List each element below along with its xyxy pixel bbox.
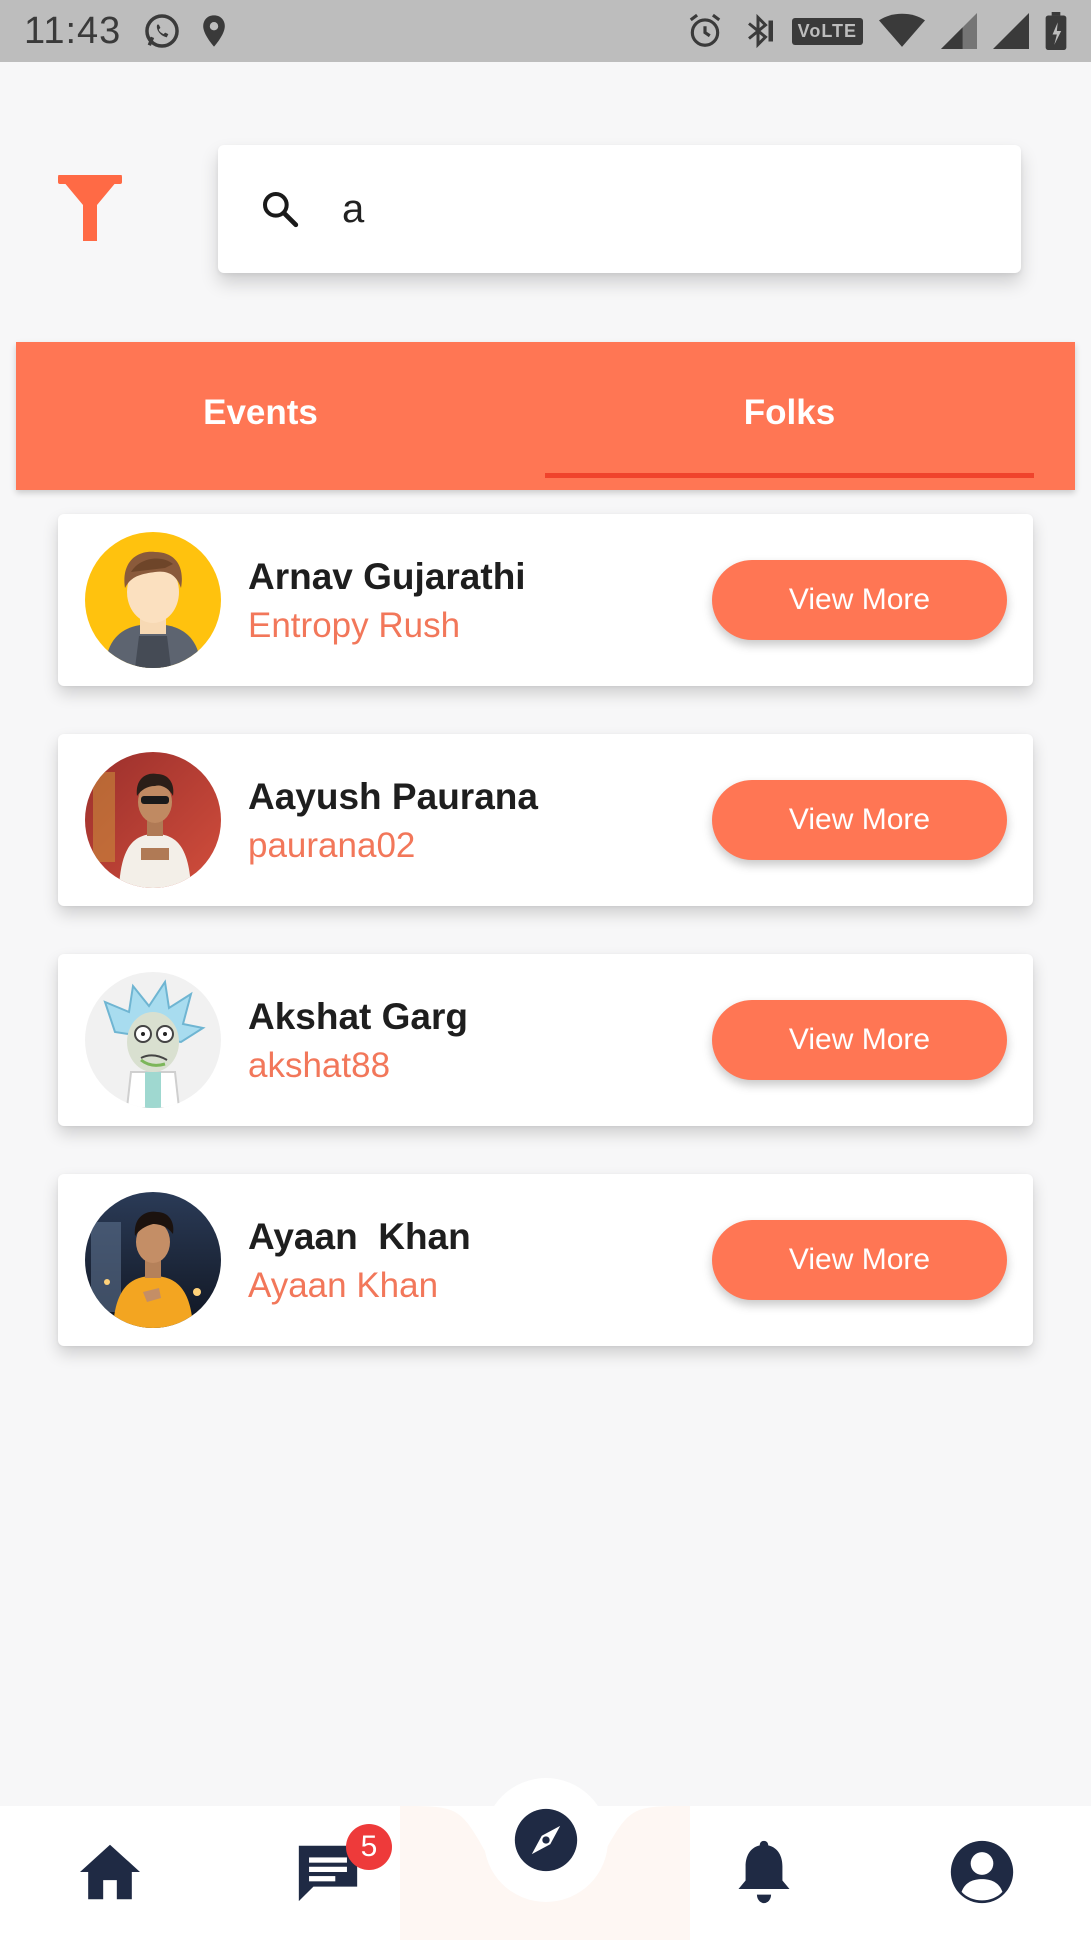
signal-icon [993, 13, 1029, 49]
nav-notifications[interactable] [724, 1832, 804, 1912]
bluetooth-icon [740, 12, 776, 50]
wifi-icon [879, 13, 925, 49]
folk-subtitle: paurana02 [248, 826, 416, 865]
folk-card: Ayaan Khan Ayaan Khan View More [58, 1174, 1033, 1346]
view-more-button[interactable]: View More [712, 1220, 1007, 1300]
search-input[interactable] [342, 175, 982, 243]
filter-icon [58, 175, 122, 241]
view-more-button[interactable]: View More [712, 1000, 1007, 1080]
avatar [85, 752, 221, 888]
alarm-icon [686, 12, 724, 50]
nav-explore[interactable] [484, 1778, 608, 1902]
view-more-button[interactable]: View More [712, 780, 1007, 860]
tab-folks[interactable]: Folks [545, 342, 1034, 490]
tab-events[interactable]: Events [16, 342, 505, 490]
folk-card: Aayush Paurana paurana02 View More [58, 734, 1033, 906]
filter-button[interactable] [56, 172, 124, 244]
folk-name: Akshat Garg [248, 996, 469, 1037]
home-icon [80, 1844, 140, 1900]
folk-name: Aayush Paurana [248, 776, 538, 817]
battery-icon [1045, 12, 1067, 50]
tab-indicator [545, 473, 1034, 478]
view-more-button[interactable]: View More [712, 560, 1007, 640]
folk-name: Arnav Gujarathi [248, 556, 526, 597]
avatar [85, 972, 221, 1108]
notifications-icon [738, 1840, 790, 1904]
avatar [85, 1192, 221, 1328]
app-screen: 11:43 VoLTE a Events Folks Arnav Gujarat… [0, 0, 1091, 1940]
folk-name: Ayaan Khan [248, 1216, 471, 1257]
volte-icon: VoLTE [791, 17, 863, 45]
nav-home[interactable] [70, 1832, 150, 1912]
folk-subtitle: Ayaan Khan [248, 1266, 439, 1305]
whatsapp-icon [143, 12, 181, 50]
search-box[interactable] [218, 145, 1021, 273]
status-time: 11:43 [24, 9, 122, 52]
folk-subtitle: Entropy Rush [248, 606, 461, 645]
chat-badge: 5 [346, 1824, 392, 1870]
avatar [85, 532, 221, 668]
explore-icon [514, 1808, 578, 1872]
folk-subtitle: akshat88 [248, 1046, 391, 1085]
folks-list: Arnav Gujarathi Entropy Rush View More A… [58, 514, 1033, 1394]
signal-icon [941, 13, 977, 49]
search-icon [263, 192, 299, 228]
nav-profile[interactable] [942, 1832, 1022, 1912]
folk-card: Akshat Garg akshat88 View More [58, 954, 1033, 1126]
tab-bar: Events Folks [16, 342, 1075, 490]
location-icon [199, 13, 229, 49]
profile-icon [950, 1840, 1014, 1904]
status-bar: 11:43 VoLTE [0, 0, 1091, 62]
folk-card: Arnav Gujarathi Entropy Rush View More [58, 514, 1033, 686]
